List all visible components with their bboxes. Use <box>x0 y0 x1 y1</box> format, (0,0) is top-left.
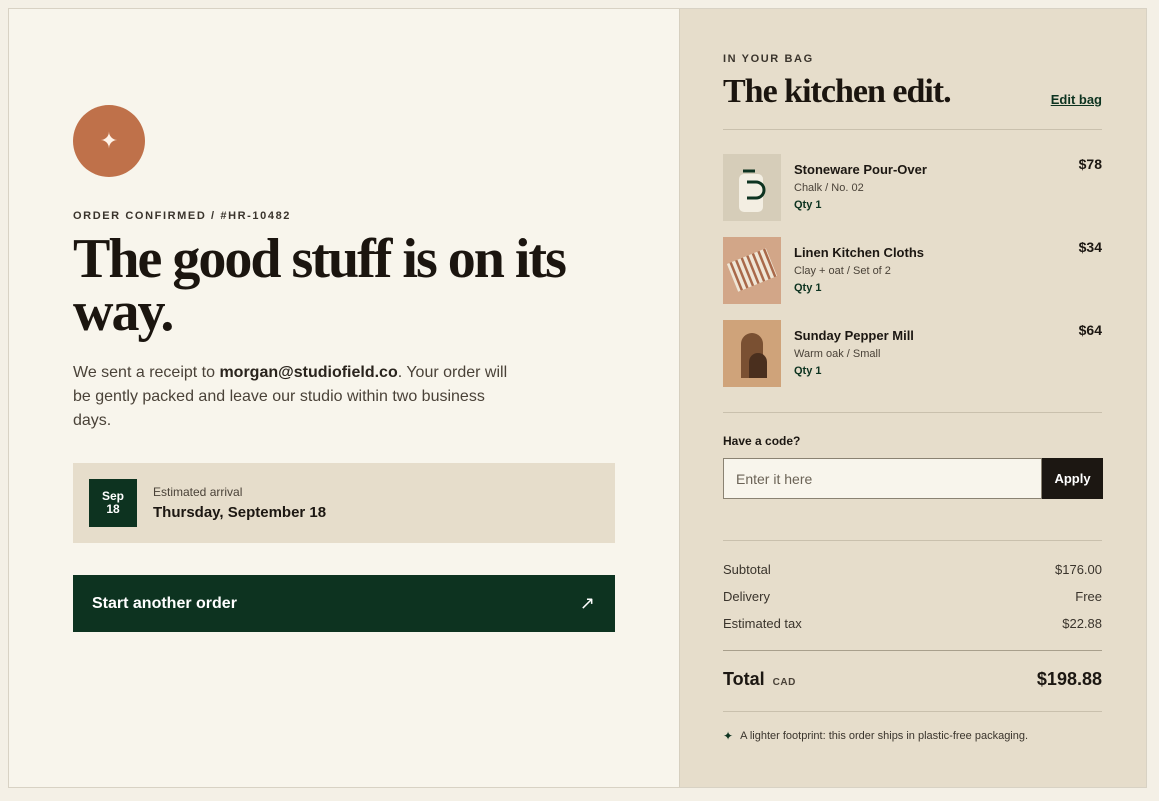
subtotal-label: Subtotal <box>723 562 771 577</box>
tax-label: Estimated tax <box>723 616 802 631</box>
receipt-message: We sent a receipt to morgan@studiofield.… <box>73 361 523 433</box>
divider <box>723 711 1102 712</box>
sparkle-badge-icon: ✦ <box>73 105 145 177</box>
divider <box>723 650 1102 651</box>
total-row: Total CAD $198.88 <box>723 669 1102 690</box>
order-number-eyebrow: ORDER CONFIRMED / #HR-10482 <box>73 210 292 222</box>
receipt-message-prefix: We sent a receipt to <box>73 364 220 381</box>
arrival-text: Estimated arrival Thursday, September 18 <box>153 485 326 521</box>
estimated-arrival-card: Sep 18 Estimated arrival Thursday, Septe… <box>73 463 615 543</box>
arrival-day: 18 <box>106 502 120 516</box>
pour-over-icon <box>739 169 766 212</box>
sustainability-note: ✦ A lighter footprint: this order ships … <box>723 729 1028 743</box>
confirmation-panel: ✦ ORDER CONFIRMED / #HR-10482 The good s… <box>9 9 680 787</box>
bag-item: Linen Kitchen Cloths Clay + oat / Set of… <box>723 237 1102 304</box>
item-variant: Clay + oat / Set of 2 <box>794 265 891 277</box>
delivery-row: Delivery Free <box>723 589 1102 604</box>
item-variant: Chalk / No. 02 <box>794 182 864 194</box>
total-value: $198.88 <box>1036 669 1102 689</box>
receipt-email: morgan@studiofield.co <box>219 364 398 381</box>
total-currency: CAD <box>772 677 796 688</box>
pepper-mill-thumbnail <box>723 320 781 387</box>
tax-value: $22.88 <box>1062 616 1102 631</box>
order-confirmation-page: ✦ ORDER CONFIRMED / #HR-10482 The good s… <box>8 8 1147 788</box>
delivery-label: Delivery <box>723 589 770 604</box>
item-price: $78 <box>1078 156 1102 172</box>
arrival-date: Thursday, September 18 <box>153 504 327 521</box>
bag-summary-panel: IN YOUR BAG The kitchen edit. Edit bag S… <box>680 9 1146 787</box>
bag-item: Sunday Pepper Mill Warm oak / Small Qty … <box>723 320 1102 387</box>
sparkle-icon: ✦ <box>723 729 734 743</box>
item-name: Linen Kitchen Cloths <box>794 245 924 260</box>
item-price: $34 <box>1078 239 1102 255</box>
bag-eyebrow: IN YOUR BAG <box>723 53 814 65</box>
edit-bag-link[interactable]: Edit bag <box>1051 92 1102 107</box>
divider <box>723 412 1102 413</box>
pepper-mill-icon <box>741 333 767 378</box>
item-variant: Warm oak / Small <box>794 348 881 360</box>
page-title: The good stuff is on its way. <box>73 228 567 343</box>
arrival-label: Estimated arrival <box>153 485 243 499</box>
divider <box>723 129 1102 130</box>
promo-code-input[interactable] <box>723 458 1042 499</box>
promo-code-row: Apply <box>723 458 1103 499</box>
subtotal-value: $176.00 <box>1055 562 1102 577</box>
tax-row: Estimated tax $22.88 <box>723 616 1102 631</box>
start-another-order-label: Start another order <box>92 594 237 612</box>
bag-item: Stoneware Pour-Over Chalk / No. 02 Qty 1… <box>723 154 1102 221</box>
item-name: Sunday Pepper Mill <box>794 328 914 343</box>
item-info: Sunday Pepper Mill Warm oak / Small Qty … <box>794 320 914 387</box>
apply-code-button[interactable]: Apply <box>1042 458 1103 499</box>
item-qty: Qty 1 <box>794 282 822 294</box>
pour-over-thumbnail <box>723 154 781 221</box>
item-name: Stoneware Pour-Over <box>794 162 927 177</box>
bag-title: The kitchen edit. <box>723 73 952 110</box>
linen-cloth-icon <box>726 248 778 292</box>
item-qty: Qty 1 <box>794 199 822 211</box>
item-qty: Qty 1 <box>794 365 822 377</box>
linen-cloths-thumbnail <box>723 237 781 304</box>
subtotal-row: Subtotal $176.00 <box>723 562 1102 577</box>
arrow-up-right-icon: ↗ <box>579 593 595 613</box>
total-label-group: Total CAD <box>723 669 796 690</box>
sustainability-note-text: A lighter footprint: this order ships in… <box>740 730 1029 742</box>
item-price: $64 <box>1078 322 1102 338</box>
calendar-date-chip: Sep 18 <box>89 479 137 527</box>
start-another-order-button[interactable]: Start another order ↗ <box>73 575 615 632</box>
total-label: Total <box>723 669 765 689</box>
divider <box>723 540 1102 541</box>
item-info: Stoneware Pour-Over Chalk / No. 02 Qty 1 <box>794 154 927 221</box>
promo-code-label: Have a code? <box>723 434 801 448</box>
item-info: Linen Kitchen Cloths Clay + oat / Set of… <box>794 237 924 304</box>
delivery-value: Free <box>1075 589 1102 604</box>
